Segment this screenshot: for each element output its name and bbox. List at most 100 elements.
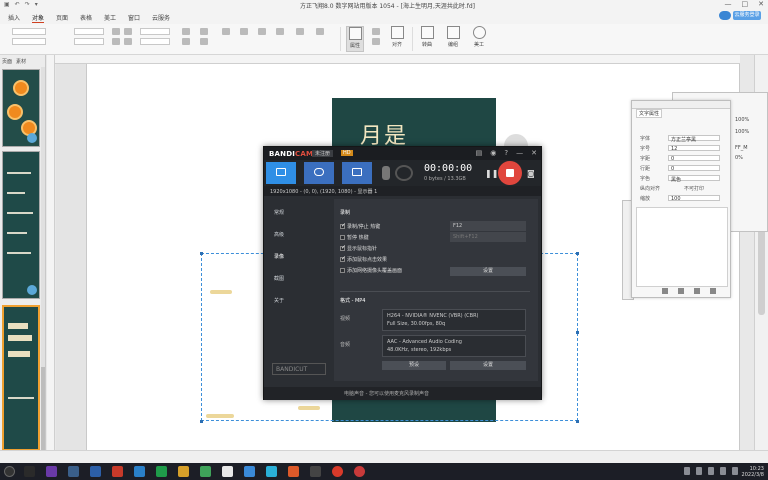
align-center-icon[interactable] bbox=[372, 38, 380, 45]
folder-icon[interactable] bbox=[134, 466, 145, 477]
leading-field[interactable]: 0 bbox=[668, 165, 720, 172]
checkbox-vertical-align[interactable]: 纵向对齐 bbox=[640, 185, 660, 192]
app-icon[interactable] bbox=[288, 466, 299, 477]
explorer-icon[interactable] bbox=[68, 466, 79, 477]
minimize-button[interactable]: — bbox=[725, 0, 732, 8]
panel-list-area[interactable] bbox=[636, 207, 728, 287]
art-button[interactable]: 美工 bbox=[470, 26, 488, 52]
chat-icon[interactable] bbox=[200, 466, 211, 477]
pause-hotkey-field[interactable]: Shift+F12 bbox=[450, 232, 526, 242]
sidebar-item-general[interactable]: 高级 bbox=[274, 231, 284, 238]
cloud-icon[interactable] bbox=[719, 11, 731, 20]
panel-tab[interactable]: 文字属性 bbox=[636, 109, 663, 118]
microphone-icon[interactable] bbox=[382, 166, 390, 180]
copy-icon[interactable] bbox=[678, 288, 684, 294]
start-icon[interactable] bbox=[4, 466, 15, 477]
font-field[interactable]: 方正兰亭黑 bbox=[668, 135, 720, 143]
record-stop-button[interactable] bbox=[498, 161, 522, 185]
option-show-cursor[interactable]: 显示鼠标指针 bbox=[340, 244, 377, 252]
search-icon[interactable] bbox=[24, 466, 35, 477]
tray-icon[interactable] bbox=[696, 467, 702, 475]
checkbox-nonprint[interactable]: 不可打印 bbox=[684, 185, 704, 192]
back-icon[interactable] bbox=[200, 38, 208, 45]
resize-handle[interactable] bbox=[576, 252, 579, 255]
scale-field[interactable]: 100 bbox=[668, 195, 720, 202]
save-icon[interactable]: ▣ bbox=[4, 1, 10, 8]
fill-icon[interactable] bbox=[296, 28, 304, 35]
network-icon[interactable] bbox=[708, 467, 714, 475]
width-scale-field[interactable] bbox=[74, 28, 104, 35]
page-thumbnail[interactable] bbox=[2, 69, 40, 147]
tracking-field[interactable]: 0 bbox=[668, 155, 720, 162]
front-icon[interactable] bbox=[200, 28, 208, 35]
device-mode-button[interactable] bbox=[342, 162, 372, 184]
app-icon[interactable] bbox=[310, 466, 321, 477]
distribute-icon[interactable] bbox=[182, 28, 190, 35]
align-icon[interactable] bbox=[124, 38, 132, 45]
cloud-login-button[interactable]: 云服务登录 bbox=[733, 11, 761, 20]
close-button[interactable]: ✕ bbox=[758, 0, 764, 8]
panel-header[interactable] bbox=[632, 101, 730, 109]
bandicut-logo[interactable]: BANDICUT bbox=[272, 363, 326, 375]
maximize-button[interactable]: □ bbox=[742, 0, 749, 8]
outline-button[interactable]: 转曲 bbox=[418, 26, 436, 52]
help-icon[interactable]: ? bbox=[504, 149, 508, 157]
edit-icon[interactable] bbox=[694, 288, 700, 294]
sidebar-item-home[interactable]: 常规 bbox=[274, 209, 284, 216]
align-left-icon[interactable] bbox=[372, 28, 380, 35]
page-thumbnail[interactable] bbox=[2, 151, 40, 299]
tab-cloud[interactable]: 云服务 bbox=[152, 13, 170, 22]
tab-pages[interactable]: 页面 bbox=[2, 58, 12, 65]
clock[interactable]: 10:23 2022/3/8 bbox=[742, 466, 764, 478]
tab-art[interactable]: 美工 bbox=[104, 13, 116, 22]
sidebar-item-video[interactable]: 录像 bbox=[274, 253, 284, 260]
resize-handle[interactable] bbox=[200, 252, 203, 255]
app-icon[interactable] bbox=[178, 466, 189, 477]
rotation-field[interactable] bbox=[140, 28, 170, 35]
bandicam-icon[interactable] bbox=[332, 466, 343, 477]
record-hotkey-field[interactable]: F12 bbox=[450, 221, 526, 231]
bandicam-titlebar[interactable]: BANDICAM 未注册 HD ▤ ◉ ? — ✕ bbox=[264, 147, 541, 160]
close-icon[interactable]: ✕ bbox=[531, 149, 537, 157]
tab-object[interactable]: 对象 bbox=[32, 13, 45, 23]
app-icon[interactable] bbox=[354, 466, 365, 477]
group-button[interactable]: 编组 bbox=[444, 26, 462, 52]
tab-page[interactable]: 页面 bbox=[56, 13, 68, 22]
rotate-icon[interactable] bbox=[112, 28, 120, 35]
page-thumbnail-selected[interactable] bbox=[2, 305, 40, 451]
folder-icon[interactable]: ▤ bbox=[476, 149, 483, 157]
size-field[interactable]: 12 bbox=[668, 145, 720, 152]
volume-icon[interactable] bbox=[720, 467, 726, 475]
record-settings-button[interactable]: 设置 bbox=[450, 267, 526, 276]
thumbnail-scrollbar[interactable] bbox=[41, 67, 45, 462]
scroll-thumb[interactable] bbox=[41, 367, 45, 457]
tab-insert[interactable]: 插入 bbox=[8, 13, 20, 22]
height-scale-field[interactable] bbox=[74, 38, 104, 45]
delete-icon[interactable] bbox=[710, 288, 716, 294]
new-icon[interactable] bbox=[662, 288, 668, 294]
undo-icon[interactable]: ↶ bbox=[15, 1, 20, 8]
edition-tag[interactable]: 未注册 bbox=[312, 150, 334, 157]
app-icon[interactable] bbox=[266, 466, 277, 477]
option-pause-hotkey[interactable]: 暂停 热键 bbox=[340, 234, 369, 241]
flip-icon[interactable] bbox=[124, 28, 132, 35]
screen-mode-button[interactable] bbox=[266, 162, 296, 184]
tab-window[interactable]: 窗口 bbox=[128, 13, 140, 22]
tab-assets[interactable]: 素材 bbox=[16, 58, 26, 65]
sidebar-item-about[interactable]: 关于 bbox=[274, 297, 284, 304]
wechat-icon[interactable] bbox=[156, 466, 167, 477]
align-button[interactable]: 对齐 bbox=[388, 26, 406, 52]
screenshot-icon[interactable]: ◙ bbox=[527, 169, 535, 178]
minimize-icon[interactable]: — bbox=[516, 149, 523, 157]
skew-icon[interactable] bbox=[112, 38, 120, 45]
illustrator-icon[interactable] bbox=[112, 466, 123, 477]
redo-icon[interactable]: ↷ bbox=[25, 1, 30, 8]
stroke-icon[interactable] bbox=[316, 28, 324, 35]
shadow-icon[interactable] bbox=[258, 28, 266, 35]
premiere-icon[interactable] bbox=[46, 466, 57, 477]
fangzheng-icon[interactable] bbox=[90, 466, 101, 477]
group-icon[interactable] bbox=[182, 38, 190, 45]
game-mode-button[interactable] bbox=[304, 162, 334, 184]
color-field[interactable]: 黑色 bbox=[668, 175, 720, 183]
format-settings-button[interactable]: 设置 bbox=[450, 361, 526, 370]
